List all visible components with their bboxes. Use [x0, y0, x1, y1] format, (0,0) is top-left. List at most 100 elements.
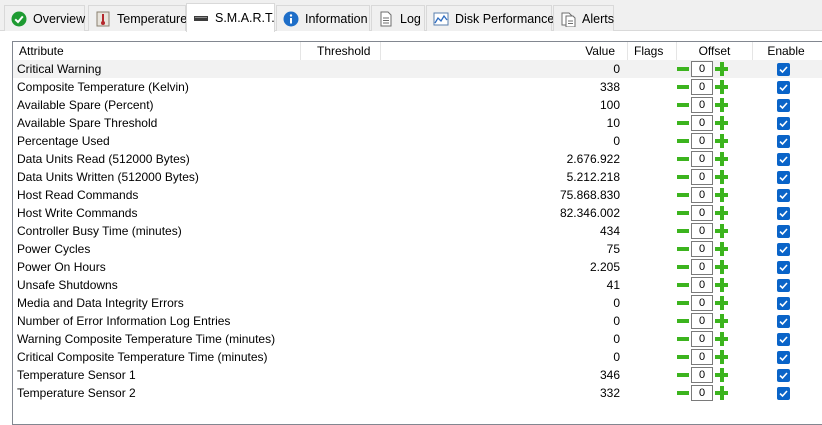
- table-row[interactable]: Number of Error Information Log Entries 0…: [13, 312, 822, 330]
- plus-icon[interactable]: [714, 367, 729, 383]
- minus-icon[interactable]: [676, 169, 690, 185]
- tab-smart[interactable]: S.M.A.R.T.: [186, 3, 275, 32]
- plus-icon[interactable]: [714, 187, 729, 203]
- table-row[interactable]: Data Units Written (512000 Bytes) 5.212.2…: [13, 168, 822, 186]
- offset-field[interactable]: 0: [691, 205, 713, 221]
- table-row[interactable]: Temperature Sensor 2 332 0: [13, 384, 822, 402]
- offset-field[interactable]: 0: [691, 115, 713, 131]
- minus-icon[interactable]: [676, 367, 690, 383]
- minus-icon[interactable]: [676, 151, 690, 167]
- plus-icon[interactable]: [714, 313, 729, 329]
- offset-field[interactable]: 0: [691, 313, 713, 329]
- enable-checkbox[interactable]: [777, 63, 790, 76]
- enable-checkbox[interactable]: [777, 315, 790, 328]
- offset-field[interactable]: 0: [691, 385, 713, 401]
- header-threshold[interactable]: Threshold: [301, 42, 381, 60]
- header-value[interactable]: Value: [381, 42, 628, 60]
- table-row[interactable]: Host Write Commands 82.346.002 0: [13, 204, 822, 222]
- enable-checkbox[interactable]: [777, 351, 790, 364]
- enable-checkbox[interactable]: [777, 243, 790, 256]
- tab-log[interactable]: Log: [371, 5, 425, 31]
- offset-field[interactable]: 0: [691, 241, 713, 257]
- offset-field[interactable]: 0: [691, 61, 713, 77]
- offset-field[interactable]: 0: [691, 169, 713, 185]
- offset-field[interactable]: 0: [691, 187, 713, 203]
- plus-icon[interactable]: [714, 349, 729, 365]
- minus-icon[interactable]: [676, 223, 690, 239]
- enable-checkbox[interactable]: [777, 117, 790, 130]
- tab-information[interactable]: Information: [276, 5, 370, 31]
- minus-icon[interactable]: [676, 61, 690, 77]
- tab-overview[interactable]: Overview: [4, 5, 85, 31]
- table-row[interactable]: Data Units Read (512000 Bytes) 2.676.922 0: [13, 150, 822, 168]
- enable-checkbox[interactable]: [777, 171, 790, 184]
- enable-checkbox[interactable]: [777, 81, 790, 94]
- minus-icon[interactable]: [676, 79, 690, 95]
- enable-checkbox[interactable]: [777, 369, 790, 382]
- table-row[interactable]: Critical Warning 0 0: [13, 60, 822, 78]
- enable-checkbox[interactable]: [777, 135, 790, 148]
- minus-icon[interactable]: [676, 205, 690, 221]
- plus-icon[interactable]: [714, 385, 729, 401]
- enable-checkbox[interactable]: [777, 261, 790, 274]
- tab-alerts[interactable]: Alerts: [553, 5, 614, 31]
- plus-icon[interactable]: [714, 169, 729, 185]
- header-flags[interactable]: Flags: [628, 42, 677, 60]
- header-enable[interactable]: Enable: [753, 42, 819, 60]
- tab-temperature[interactable]: Temperature: [88, 5, 187, 31]
- header-offset[interactable]: Offset: [677, 42, 753, 60]
- offset-field[interactable]: 0: [691, 97, 713, 113]
- table-row[interactable]: Available Spare Threshold 10 0: [13, 114, 822, 132]
- table-row[interactable]: Percentage Used 0 0: [13, 132, 822, 150]
- enable-checkbox[interactable]: [777, 297, 790, 310]
- minus-icon[interactable]: [676, 133, 690, 149]
- offset-field[interactable]: 0: [691, 367, 713, 383]
- plus-icon[interactable]: [714, 151, 729, 167]
- minus-icon[interactable]: [676, 259, 690, 275]
- enable-checkbox[interactable]: [777, 387, 790, 400]
- plus-icon[interactable]: [714, 259, 729, 275]
- table-row[interactable]: Temperature Sensor 1 346 0: [13, 366, 822, 384]
- plus-icon[interactable]: [714, 295, 729, 311]
- table-row[interactable]: Unsafe Shutdowns 41 0: [13, 276, 822, 294]
- table-row[interactable]: Critical Composite Temperature Time (min…: [13, 348, 822, 366]
- offset-field[interactable]: 0: [691, 79, 713, 95]
- offset-field[interactable]: 0: [691, 295, 713, 311]
- offset-field[interactable]: 0: [691, 151, 713, 167]
- minus-icon[interactable]: [676, 97, 690, 113]
- plus-icon[interactable]: [714, 79, 729, 95]
- plus-icon[interactable]: [714, 97, 729, 113]
- plus-icon[interactable]: [714, 61, 729, 77]
- plus-icon[interactable]: [714, 241, 729, 257]
- enable-checkbox[interactable]: [777, 333, 790, 346]
- plus-icon[interactable]: [714, 115, 729, 131]
- minus-icon[interactable]: [676, 331, 690, 347]
- minus-icon[interactable]: [676, 115, 690, 131]
- offset-field[interactable]: 0: [691, 331, 713, 347]
- minus-icon[interactable]: [676, 349, 690, 365]
- offset-field[interactable]: 0: [691, 277, 713, 293]
- enable-checkbox[interactable]: [777, 189, 790, 202]
- minus-icon[interactable]: [676, 385, 690, 401]
- enable-checkbox[interactable]: [777, 225, 790, 238]
- offset-field[interactable]: 0: [691, 349, 713, 365]
- enable-checkbox[interactable]: [777, 99, 790, 112]
- table-row[interactable]: Available Spare (Percent) 100 0: [13, 96, 822, 114]
- table-row[interactable]: Power Cycles 75 0: [13, 240, 822, 258]
- minus-icon[interactable]: [676, 295, 690, 311]
- enable-checkbox[interactable]: [777, 279, 790, 292]
- table-row[interactable]: Media and Data Integrity Errors 0 0: [13, 294, 822, 312]
- enable-checkbox[interactable]: [777, 207, 790, 220]
- plus-icon[interactable]: [714, 277, 729, 293]
- table-row[interactable]: Controller Busy Time (minutes) 434 0: [13, 222, 822, 240]
- offset-field[interactable]: 0: [691, 259, 713, 275]
- plus-icon[interactable]: [714, 331, 729, 347]
- minus-icon[interactable]: [676, 277, 690, 293]
- table-row[interactable]: Composite Temperature (Kelvin) 338 0: [13, 78, 822, 96]
- minus-icon[interactable]: [676, 313, 690, 329]
- table-row[interactable]: Power On Hours 2.205 0: [13, 258, 822, 276]
- offset-field[interactable]: 0: [691, 223, 713, 239]
- header-attribute[interactable]: Attribute: [13, 42, 301, 60]
- plus-icon[interactable]: [714, 223, 729, 239]
- minus-icon[interactable]: [676, 187, 690, 203]
